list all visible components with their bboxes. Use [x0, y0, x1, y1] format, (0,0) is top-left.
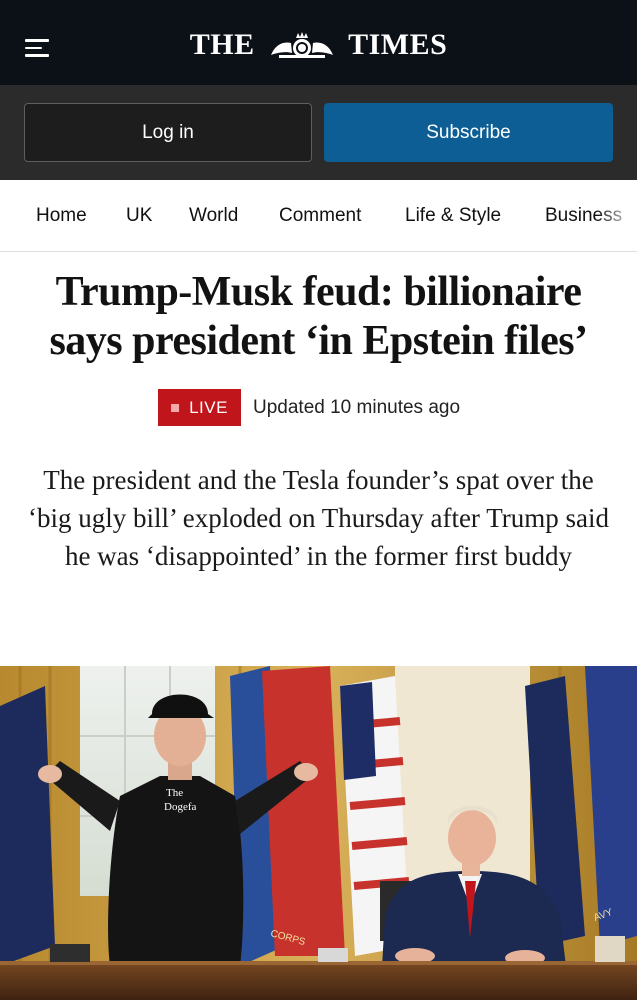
nav-item-life-style[interactable]: Life & Style — [405, 205, 501, 227]
live-label: LIVE — [189, 397, 228, 417]
tshirt-text-1: The — [166, 787, 183, 799]
times-logo[interactable]: THE TIMES — [0, 28, 637, 62]
updated-timestamp: Updated 10 minutes ago — [253, 396, 461, 418]
standfirst-line-1: The president and the Tesla founder’s sp… — [43, 465, 594, 495]
nav-item-world[interactable]: World — [189, 205, 238, 227]
logo-text-times: TIMES — [348, 28, 448, 61]
logo-text-the: THE — [189, 28, 255, 61]
auth-bar: Log in Subscribe — [0, 85, 637, 180]
nav-fade — [597, 180, 637, 251]
login-button[interactable]: Log in — [24, 103, 312, 162]
subscribe-button[interactable]: Subscribe — [324, 103, 613, 162]
nav-item-home[interactable]: Home — [36, 205, 87, 227]
live-dot-icon — [171, 403, 180, 412]
masthead: THE TIMES — [0, 0, 637, 85]
section-nav: Home UK World Comment Life & Style Busin… — [0, 180, 637, 252]
headline-line-1: Trump-Musk feud: billionaire — [55, 269, 582, 315]
nav-item-comment[interactable]: Comment — [279, 205, 361, 227]
nav-item-uk[interactable]: UK — [126, 205, 152, 227]
live-badge: LIVE — [158, 389, 241, 426]
headline-line-2: says president ‘in Epstein files’ — [49, 318, 588, 364]
royal-crest-icon — [270, 32, 333, 58]
live-status-row: LIVE Updated 10 minutes ago — [158, 389, 460, 426]
standfirst-line-2: ‘big ugly bill’ exploded on Thursday aft… — [28, 503, 609, 533]
standfirst-line-3: he was ‘disappointed’ in the former firs… — [64, 541, 573, 571]
article-standfirst: The president and the Tesla founder’s sp… — [14, 461, 623, 575]
hero-photo-illustration: CORPS AVY The Dogefa — [0, 666, 637, 1000]
hero-image[interactable]: CORPS AVY The Dogefa — [0, 666, 637, 1000]
article-headline: Trump-Musk feud: billionaire says presid… — [20, 268, 617, 366]
tshirt-text-2: Dogefa — [164, 801, 196, 813]
